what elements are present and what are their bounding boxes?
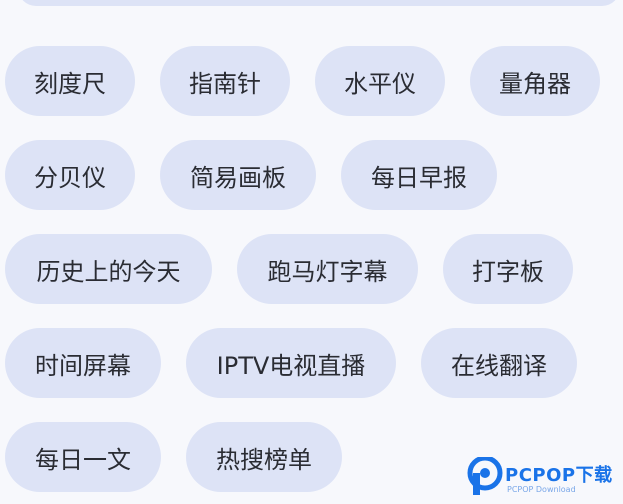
tool-chip-translate[interactable]: 在线翻译 [421, 328, 577, 398]
top-search-bar-edge[interactable] [18, 0, 620, 6]
tool-chip-iptv[interactable]: IPTV电视直播 [186, 328, 396, 398]
tool-row-2: 分贝仪 简易画板 每日早报 [5, 140, 497, 210]
tool-chip-level[interactable]: 水平仪 [315, 46, 445, 116]
tools-page: 刻度尺 指南针 水平仪 量角器 分贝仪 简易画板 每日早报 历史上的今天 跑马灯… [0, 0, 623, 504]
watermark-subtitle: PCPOP Download [507, 485, 576, 494]
tool-row-1: 刻度尺 指南针 水平仪 量角器 [5, 46, 600, 116]
tool-chip-sketchpad[interactable]: 简易画板 [160, 140, 316, 210]
pcpop-logo-icon [467, 457, 503, 495]
tool-chip-clock-screen[interactable]: 时间屏幕 [5, 328, 161, 398]
tool-chip-compass[interactable]: 指南针 [160, 46, 290, 116]
watermark: PCPOP下载 PCPOP Download [467, 455, 623, 504]
tool-chip-decibel-meter[interactable]: 分贝仪 [5, 140, 135, 210]
tool-chip-typing-board[interactable]: 打字板 [443, 234, 573, 304]
tool-chip-daily-article[interactable]: 每日一文 [5, 422, 161, 492]
tool-row-4: 时间屏幕 IPTV电视直播 在线翻译 [5, 328, 577, 398]
tool-chip-trending[interactable]: 热搜榜单 [186, 422, 342, 492]
tool-row-3: 历史上的今天 跑马灯字幕 打字板 [5, 234, 573, 304]
tool-chip-protractor[interactable]: 量角器 [470, 46, 600, 116]
watermark-brand: PCPOP下载 [505, 465, 613, 486]
tool-chip-today-in-history[interactable]: 历史上的今天 [5, 234, 212, 304]
tool-row-5: 每日一文 热搜榜单 [5, 422, 342, 492]
tool-chip-marquee[interactable]: 跑马灯字幕 [237, 234, 418, 304]
tool-chip-ruler[interactable]: 刻度尺 [5, 46, 135, 116]
tool-chip-daily-news[interactable]: 每日早报 [341, 140, 497, 210]
